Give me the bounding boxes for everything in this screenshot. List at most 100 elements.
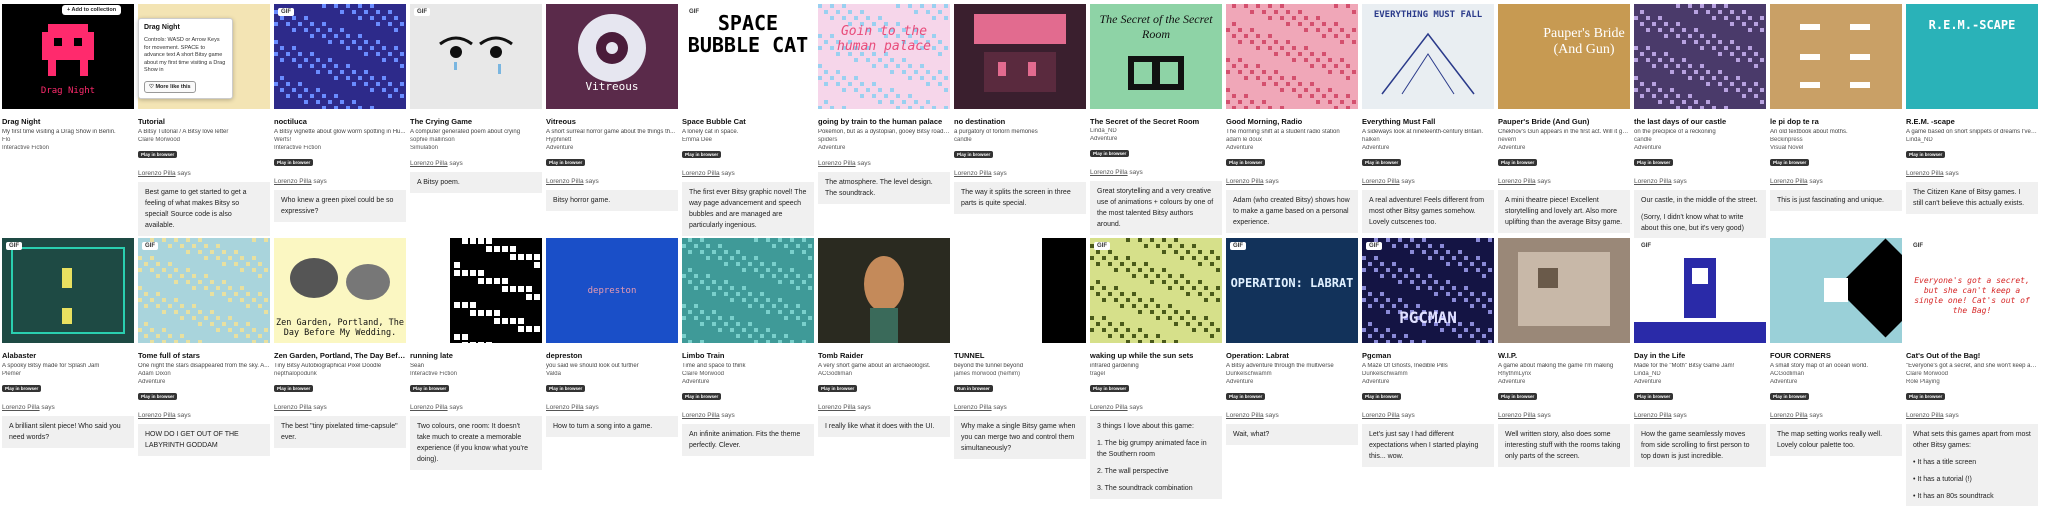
game-author[interactable]: nevern <box>1498 137 1630 143</box>
game-thumbnail[interactable]: EVERYTHING MUST FALL <box>1362 4 1494 109</box>
game-card[interactable]: GIF Alabaster A spooky Bitsy made for Spla… <box>2 238 134 448</box>
user-link[interactable]: Lorenzo Pilla <box>954 404 992 411</box>
game-card[interactable]: le pi dop te ra An old textbook about mot… <box>1770 4 1902 211</box>
game-title[interactable]: Cat's Out of the Bag! <box>1906 351 2038 360</box>
game-card[interactable]: FOUR CORNERS A small story map of an ocea… <box>1770 238 1902 456</box>
game-title[interactable]: no destination <box>954 117 1086 126</box>
game-card[interactable]: TUNNEL beyond the tunnel beyond james morw… <box>954 238 1086 459</box>
user-link[interactable]: Lorenzo Pilla <box>1634 178 1672 185</box>
game-title[interactable]: waking up while the sun sets <box>1090 351 1222 360</box>
game-card[interactable]: Vitreous Vitreous A short surreal horror g… <box>546 4 678 211</box>
game-author[interactable]: Flo <box>2 137 134 143</box>
game-thumbnail[interactable] <box>410 238 542 343</box>
game-title[interactable]: Zen Garden, Portland, The Day Before My … <box>274 351 406 360</box>
game-thumbnail[interactable] <box>1634 4 1766 109</box>
game-title[interactable]: Operation: Labrat <box>1226 351 1358 360</box>
game-card[interactable]: Zen Garden, Portland, The Day Before My … <box>274 238 406 448</box>
game-card[interactable]: Limbo Train Time and space to think Claire… <box>682 238 814 456</box>
game-title[interactable]: noctiluca <box>274 117 406 126</box>
game-thumbnail[interactable]: Zen Garden, Portland, The Day Before My … <box>274 238 406 343</box>
game-title[interactable]: Vitreous <box>546 117 678 126</box>
user-link[interactable]: Lorenzo Pilla <box>1906 412 1944 419</box>
game-thumbnail[interactable] <box>954 4 1086 109</box>
game-title[interactable]: Limbo Train <box>682 351 814 360</box>
game-title[interactable]: the last days of our castle <box>1634 117 1766 126</box>
user-link[interactable]: Lorenzo Pilla <box>138 170 176 177</box>
game-author[interactable]: nepthalopodunk <box>274 371 406 377</box>
user-link[interactable]: Lorenzo Pilla <box>1090 169 1128 176</box>
game-card[interactable]: GIF Tome full of stars One night the stars… <box>138 238 270 456</box>
game-card[interactable]: SPACE BUBBLE CAT GIF Space Bubble Cat A lon… <box>682 4 814 236</box>
game-card[interactable]: W.I.P. A game about making the game I'm m… <box>1498 238 1630 467</box>
user-link[interactable]: Lorenzo Pilla <box>682 170 720 177</box>
game-thumbnail[interactable] <box>1770 238 1902 343</box>
game-title[interactable]: Pauper's Bride (And Gun) <box>1498 117 1630 126</box>
more-like-this-button[interactable]: ♡ More like this <box>144 80 196 93</box>
game-author[interactable]: Emma Dee <box>682 137 814 143</box>
game-card[interactable]: Everyone's got a secret, but she can't k… <box>1906 238 2038 506</box>
game-thumbnail[interactable]: GIF <box>274 4 406 109</box>
game-card[interactable]: Pauper's Bride (And Gun) Pauper's Bride (… <box>1498 4 1630 233</box>
game-author[interactable]: ACGodliman <box>1770 371 1902 377</box>
game-author[interactable]: candle <box>1634 137 1766 143</box>
game-card[interactable]: the last days of our castle on the precip… <box>1634 4 1766 239</box>
game-thumbnail[interactable]: PGCMAN GIF <box>1362 238 1494 343</box>
game-card[interactable]: Good Morning, Radio The morning shift at … <box>1226 4 1358 233</box>
user-link[interactable]: Lorenzo Pilla <box>410 160 448 167</box>
game-card[interactable]: Tomb Raider A very short game about an ar… <box>818 238 950 437</box>
user-link[interactable]: Lorenzo Pilla <box>1362 178 1400 185</box>
game-card[interactable]: running late Sean Interactive Fiction Play … <box>410 238 542 470</box>
game-author[interactable]: Beckinpress <box>1770 137 1902 143</box>
game-card[interactable]: EVERYTHING MUST FALL Everything Must Fall… <box>1362 4 1494 233</box>
game-thumbnail[interactable]: Everyone's got a secret, but she can't k… <box>1906 238 2038 343</box>
game-author[interactable]: candle <box>954 137 1086 143</box>
user-link[interactable]: Lorenzo Pilla <box>274 404 312 411</box>
user-link[interactable]: Lorenzo Pilla <box>1226 178 1264 185</box>
game-thumbnail[interactable]: OPERATION: LABRAT GIF <box>1226 238 1358 343</box>
user-link[interactable]: Lorenzo Pilla <box>1906 170 1944 177</box>
game-thumbnail[interactable] <box>1226 4 1358 109</box>
game-title[interactable]: Alabaster <box>2 351 134 360</box>
game-thumbnail[interactable] <box>818 238 950 343</box>
game-thumbnail[interactable]: GIF <box>1090 238 1222 343</box>
game-title[interactable]: depreston <box>546 351 678 360</box>
game-title[interactable]: going by train to the human palace <box>818 117 950 126</box>
game-author[interactable]: Hyphinett <box>546 137 678 143</box>
game-thumbnail[interactable]: Vitreous <box>546 4 678 109</box>
game-thumbnail[interactable]: depreston <box>546 238 678 343</box>
game-title[interactable]: running late <box>410 351 542 360</box>
game-card[interactable]: OPERATION: LABRAT GIF Operation: Labrat A B… <box>1226 238 1358 445</box>
game-title[interactable]: TUNNEL <box>954 351 1086 360</box>
user-link[interactable]: Lorenzo Pilla <box>410 404 448 411</box>
game-author[interactable]: Claire Morwood <box>682 371 814 377</box>
game-author[interactable]: james morwood (he/him) <box>954 371 1086 377</box>
user-link[interactable]: Lorenzo Pilla <box>1090 404 1128 411</box>
user-link[interactable]: Lorenzo Pilla <box>1498 178 1536 185</box>
game-author[interactable]: Werfs! <box>274 137 406 143</box>
game-author[interactable]: Linda_ND <box>1906 137 2038 143</box>
game-title[interactable]: le pi dop te ra <box>1770 117 1902 126</box>
game-title[interactable]: Drag Night <box>2 117 134 126</box>
game-thumbnail[interactable]: GIF <box>1634 238 1766 343</box>
game-title[interactable]: Good Morning, Radio <box>1226 117 1358 126</box>
user-link[interactable]: Lorenzo Pilla <box>818 160 856 167</box>
game-card[interactable]: GIF noctiluca A Bitsy vignette about glow … <box>274 4 406 222</box>
game-card[interactable]: GIF The Crying Game A computer generated p… <box>410 4 542 193</box>
user-link[interactable]: Lorenzo Pilla <box>138 412 176 419</box>
game-title[interactable]: Tomb Raider <box>818 351 950 360</box>
game-title[interactable]: FOUR CORNERS <box>1770 351 1902 360</box>
user-link[interactable]: Lorenzo Pilla <box>818 404 856 411</box>
add-to-collection-button[interactable]: + Add to collection <box>62 5 122 15</box>
game-title[interactable]: Day in the Life <box>1634 351 1766 360</box>
game-thumbnail[interactable]: Goin to the human palace <box>818 4 950 109</box>
game-title[interactable]: Space Bubble Cat <box>682 117 814 126</box>
user-link[interactable]: Lorenzo Pilla <box>954 170 992 177</box>
game-thumbnail[interactable]: R.E.M.-SCAPE <box>1906 4 2038 109</box>
user-link[interactable]: Lorenzo Pilla <box>1362 412 1400 419</box>
game-thumbnail[interactable] <box>1770 4 1902 109</box>
game-card[interactable]: GIF Day in the Life Made for the "Moth" Bi… <box>1634 238 1766 467</box>
user-link[interactable]: Lorenzo Pilla <box>546 178 584 185</box>
game-title[interactable]: Everything Must Fall <box>1362 117 1494 126</box>
user-link[interactable]: Lorenzo Pilla <box>1498 412 1536 419</box>
game-author[interactable]: adam le doux <box>1226 137 1358 143</box>
